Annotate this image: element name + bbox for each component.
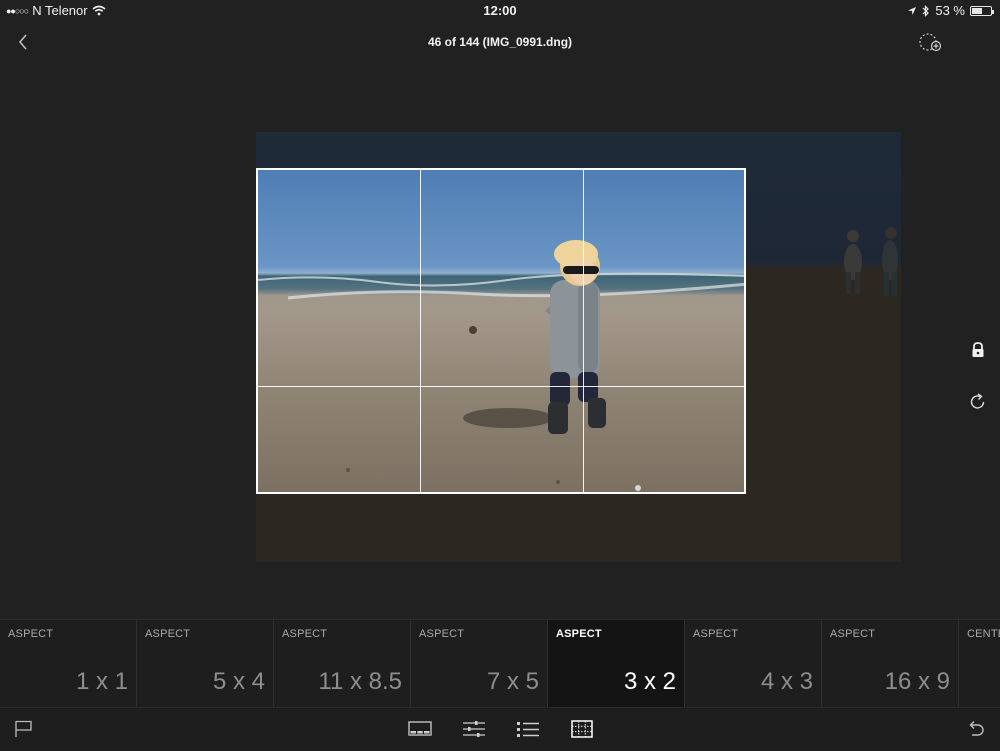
aspect-option[interactable]: ASPECT 3 x 2: [548, 620, 685, 707]
battery-icon: [970, 5, 994, 16]
lock-icon: [972, 342, 984, 357]
photo-crop-area: [258, 240, 744, 491]
aspect-option-value: 7 x 5: [486, 668, 539, 695]
filmstrip-button[interactable]: [408, 718, 432, 740]
crop-grid-line: [258, 386, 744, 387]
add-to-collection-button[interactable]: [916, 30, 944, 54]
crop-icon: [571, 720, 593, 738]
page-title: 46 of 144 (IMG_0991.dng): [427, 35, 573, 49]
aspect-option-value: 1 x 1: [75, 668, 128, 695]
battery-percent: 53 %: [935, 3, 965, 18]
aspect-option-value: 4 x 3: [760, 668, 813, 695]
crop-frame[interactable]: [256, 168, 746, 494]
aspect-option-caption: CENTE: [967, 628, 1000, 640]
rotate-icon: [970, 393, 985, 409]
aspect-option[interactable]: ASPECT 5 x 4: [137, 620, 274, 707]
add-to-collection-icon: [919, 33, 942, 52]
aspect-lock-button[interactable]: [968, 340, 988, 360]
aspect-option[interactable]: ASPECT 1 x 1: [0, 620, 137, 707]
crop-grid-line: [420, 170, 421, 492]
aspect-option-value: 11 x 8.5: [318, 668, 402, 695]
aspect-option-value: 16 x 9: [884, 668, 950, 695]
undo-icon: [969, 721, 984, 736]
aspect-option-caption: ASPECT: [145, 628, 191, 640]
presets-button[interactable]: [516, 718, 540, 740]
status-bar: ●●○○○ N Telenor 12:00 53 %: [0, 0, 1000, 20]
crop-grid-line: [583, 170, 584, 492]
clock: 12:00: [483, 3, 517, 18]
aspect-option-caption: ASPECT: [419, 628, 465, 640]
rotate-button[interactable]: [968, 392, 988, 412]
aspect-option-caption: ASPECT: [830, 628, 876, 640]
title-bar: 46 of 144 (IMG_0991.dng): [0, 24, 1000, 60]
battery-level: [972, 7, 982, 14]
bottom-toolbar: [0, 707, 1000, 751]
crop-button[interactable]: [570, 718, 594, 740]
aspect-option-caption: ASPECT: [8, 628, 54, 640]
bluetooth-icon: [922, 4, 930, 17]
flag-icon: [15, 720, 32, 737]
presets-list-icon: [517, 722, 539, 737]
flag-button[interactable]: [12, 718, 36, 740]
filmstrip-icon: [408, 721, 432, 736]
aspect-option-value: 5 x 4: [212, 668, 265, 695]
aspect-option[interactable]: CENTE: [959, 620, 1000, 707]
adjust-sliders-icon: [463, 721, 485, 737]
aspect-option-caption: ASPECT: [282, 628, 328, 640]
aspect-option[interactable]: ASPECT 11 x 8.5: [274, 620, 411, 707]
aspect-option[interactable]: ASPECT 4 x 3: [685, 620, 822, 707]
aspect-option[interactable]: ASPECT 7 x 5: [411, 620, 548, 707]
aspect-ratio-strip[interactable]: ASPECT 1 x 1 ASPECT 5 x 4 ASPECT 11 x 8.5 ASPE…: [0, 619, 1000, 707]
location-icon: [908, 6, 917, 15]
aspect-option[interactable]: ASPECT 16 x 9: [822, 620, 959, 707]
aspect-option-caption: ASPECT: [693, 628, 739, 640]
aspect-option-caption: ASPECT: [556, 628, 602, 640]
adjust-button[interactable]: [462, 718, 486, 740]
undo-button[interactable]: [964, 718, 988, 740]
aspect-option-value: 3 x 2: [623, 668, 676, 695]
